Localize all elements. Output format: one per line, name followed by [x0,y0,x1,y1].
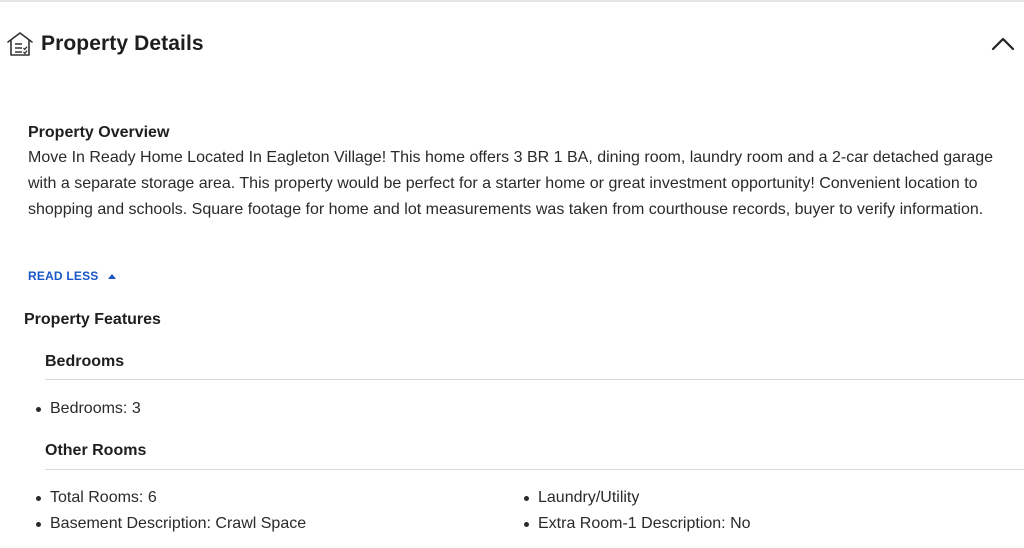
read-less-toggle[interactable]: READ LESS [28,268,117,284]
chevron-up-icon[interactable] [988,32,1018,56]
group-divider [45,379,1024,380]
group-heading-other-rooms: Other Rooms [45,442,147,459]
list-item: Basement Description: Crawl Space [36,511,306,537]
other-rooms-list-left: Total Rooms: 6 Basement Description: Cra… [36,485,306,537]
list-item: Laundry/Utility [524,485,751,511]
property-overview: Property Overview Move In Ready Home Loc… [28,122,1008,223]
caret-up-icon [108,273,117,279]
house-list-icon [6,30,34,58]
bedrooms-list: Bedrooms: 3 [36,396,141,422]
features-heading: Property Features [24,311,161,328]
other-rooms-list-right: Laundry/Utility Extra Room-1 Description… [524,485,751,537]
overview-heading: Property Overview [28,124,170,141]
section-title: Property Details [41,32,204,55]
read-less-label: READ LESS [28,269,99,283]
group-divider [45,469,1024,470]
list-item: Total Rooms: 6 [36,485,306,511]
property-details-header[interactable]: Property Details [0,2,1024,84]
list-item: Bedrooms: 3 [36,396,141,422]
list-item: Extra Room-1 Description: No [524,511,751,537]
overview-text: Move In Ready Home Located In Eagleton V… [28,149,994,218]
group-heading-bedrooms: Bedrooms [45,353,125,370]
